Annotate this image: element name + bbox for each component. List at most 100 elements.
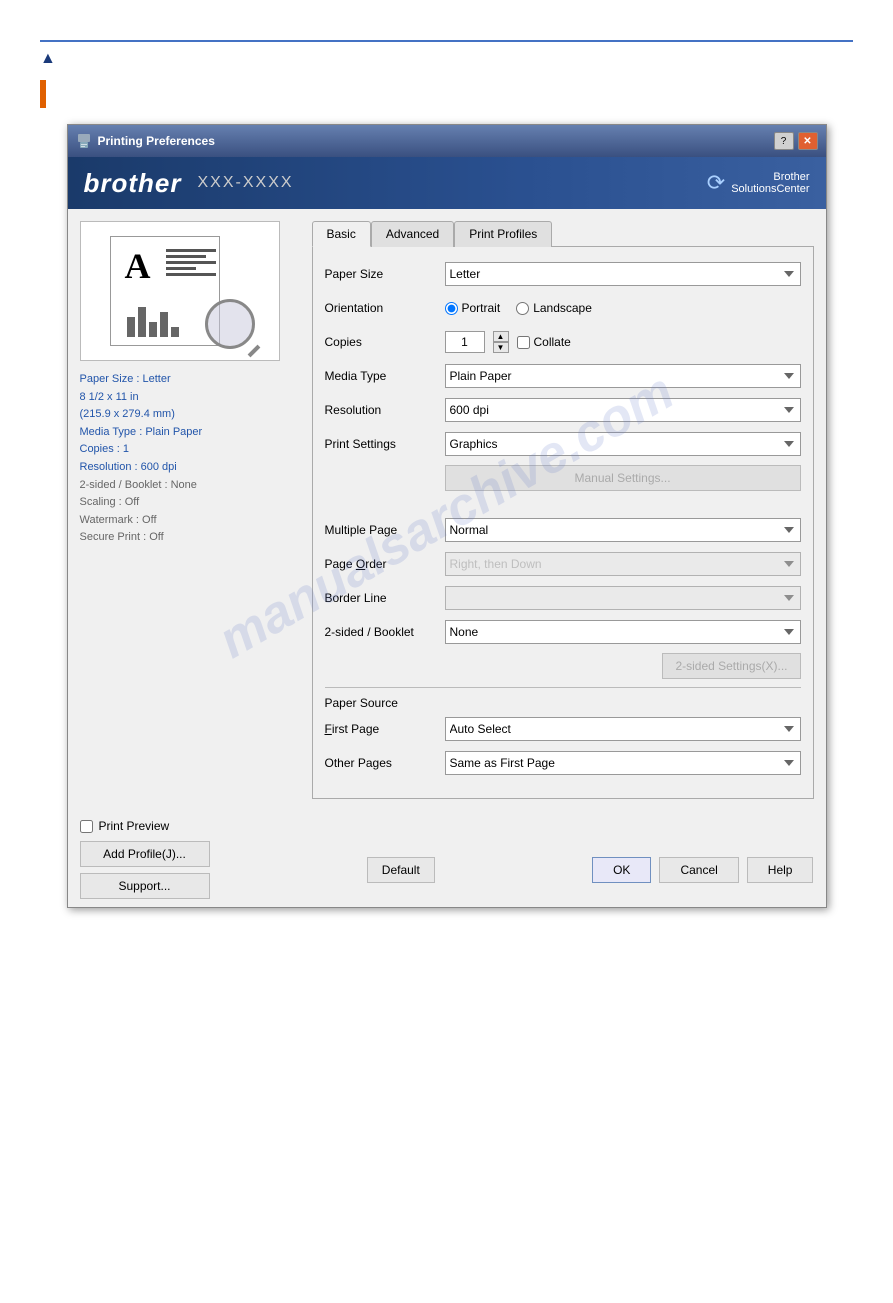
preview-lines (166, 249, 216, 279)
print-settings-control: Graphics Text Manual (445, 432, 801, 456)
brother-logo-section: brother XXX-XXXX (84, 168, 294, 199)
landscape-label: Landscape (533, 301, 592, 315)
preview-magnifier (205, 299, 255, 349)
tab-basic[interactable]: Basic (312, 221, 371, 247)
multiple-page-label: Multiple Page (325, 523, 445, 537)
tab-content-basic: Paper Size Letter A4 Legal Orientation (312, 246, 814, 799)
print-settings-select[interactable]: Graphics Text Manual (445, 432, 801, 456)
help-button[interactable]: Help (747, 857, 814, 883)
border-line-row: Border Line (325, 585, 801, 611)
status-info: Paper Size : Letter 8 1/2 x 11 in (215.9… (80, 371, 300, 547)
landscape-radio[interactable] (516, 302, 529, 315)
titlebar-left: Printing Preferences (76, 133, 215, 149)
model-name-text: XXX-XXXX (198, 174, 294, 192)
paper-size-select[interactable]: Letter A4 Legal (445, 262, 801, 286)
preview-paper: A (110, 236, 220, 346)
resolution-select[interactable]: 600 dpi 1200 dpi 300 dpi (445, 398, 801, 422)
print-settings-label: Print Settings (325, 437, 445, 451)
print-preview-option[interactable]: Print Preview (80, 819, 170, 833)
footer-right-area: Default (367, 857, 435, 883)
first-page-select[interactable]: Auto Select Tray 1 Tray 2 Manual (445, 717, 801, 741)
other-pages-select[interactable]: Same as First Page Tray 1 Tray 2 (445, 751, 801, 775)
two-sided-select[interactable]: None 2-sided Booklet (445, 620, 801, 644)
collate-checkbox[interactable] (517, 336, 530, 349)
two-sided-settings-button[interactable]: 2-sided Settings(X)... (662, 653, 800, 679)
media-type-select[interactable]: Plain Paper Thin Paper Thick Paper (445, 364, 801, 388)
tab-print-profiles[interactable]: Print Profiles (454, 221, 552, 247)
portrait-label: Portrait (462, 301, 501, 315)
border-line-label: Border Line (325, 591, 445, 605)
page-order-label-text: Page Order (325, 557, 387, 571)
solutions-center-icon: ⟳ (707, 170, 725, 196)
two-sided-label: 2-sided / Booklet (325, 625, 445, 639)
divider-paper-source (325, 687, 801, 688)
default-button[interactable]: Default (367, 857, 435, 883)
printer-icon (76, 133, 92, 149)
dialog-body: A (68, 209, 826, 811)
dialog-titlebar: Printing Preferences ? ✕ (68, 125, 826, 157)
manual-settings-button[interactable]: Manual Settings... (445, 465, 801, 491)
landscape-option[interactable]: Landscape (516, 301, 592, 315)
copies-row: Copies ▲ ▼ Collate (325, 329, 801, 355)
multiple-page-row: Multiple Page Normal 2 in 1 4 in 1 (325, 517, 801, 543)
footer-action-buttons: OK Cancel Help (592, 857, 813, 883)
dialog-help-button[interactable]: ? (774, 132, 794, 150)
orientation-control: Portrait Landscape (445, 301, 801, 315)
status-scaling: Scaling : Off (80, 494, 300, 512)
footer-top-row: Print Preview (80, 819, 814, 833)
status-dimensions2: (215.9 x 279.4 mm) (80, 406, 300, 424)
footer-buttons-row: Add Profile(J)... Support... Default OK … (80, 841, 814, 899)
solutions-center-section: ⟳ Brother SolutionsCenter (707, 170, 810, 196)
media-type-control: Plain Paper Thin Paper Thick Paper (445, 364, 801, 388)
orientation-row: Orientation Portrait Landscape (325, 295, 801, 321)
copies-spinner: ▲ ▼ (493, 331, 509, 353)
print-preview-checkbox[interactable] (80, 820, 93, 833)
dialog-footer: Print Preview Add Profile(J)... Support.… (68, 811, 826, 907)
orientation-group: Portrait Landscape (445, 301, 801, 315)
first-page-row: First Page Auto Select Tray 1 Tray 2 Man… (325, 716, 801, 742)
two-sided-row: 2-sided / Booklet None 2-sided Booklet (325, 619, 801, 645)
copies-down-arrow[interactable]: ▼ (493, 342, 509, 353)
support-button[interactable]: Support... (80, 873, 210, 899)
manual-settings-row: Manual Settings... (325, 465, 801, 499)
page-order-select[interactable]: Right, then Down Down, then Right (445, 552, 801, 576)
portrait-option[interactable]: Portrait (445, 301, 501, 315)
status-media-type: Media Type : Plain Paper (80, 424, 300, 442)
status-resolution: Resolution : 600 dpi (80, 459, 300, 477)
status-two-sided: 2-sided / Booklet : None (80, 477, 300, 495)
media-type-row: Media Type Plain Paper Thin Paper Thick … (325, 363, 801, 389)
copies-control: ▲ ▼ Collate (445, 331, 801, 353)
status-dimensions: 8 1/2 x 11 in (80, 389, 300, 407)
collate-label-text: Collate (534, 335, 571, 349)
resolution-row: Resolution 600 dpi 1200 dpi 300 dpi (325, 397, 801, 423)
add-profile-button[interactable]: Add Profile(J)... (80, 841, 210, 867)
section-gap-1 (325, 507, 801, 517)
titlebar-controls: ? ✕ (774, 132, 818, 150)
portrait-radio[interactable] (445, 302, 458, 315)
other-pages-label: Other Pages (325, 756, 445, 770)
cancel-button[interactable]: Cancel (659, 857, 738, 883)
media-type-label: Media Type (325, 369, 445, 383)
left-panel: A (80, 221, 300, 799)
preview-content: A (100, 231, 260, 351)
brother-header-bar: brother XXX-XXXX ⟳ Brother SolutionsCent… (68, 157, 826, 209)
preview-chart (127, 307, 179, 337)
copies-up-arrow[interactable]: ▲ (493, 331, 509, 342)
collate-option[interactable]: Collate (517, 335, 571, 349)
border-line-select[interactable] (445, 586, 801, 610)
copies-input[interactable] (445, 331, 485, 353)
dialog-close-button[interactable]: ✕ (798, 132, 818, 150)
tabs-row: Basic Advanced Print Profiles (312, 221, 814, 247)
print-preview-label-text: Print Preview (99, 819, 170, 833)
ok-button[interactable]: OK (592, 857, 651, 883)
home-icon[interactable]: ▲ (40, 50, 56, 68)
solutions-center-label: Brother SolutionsCenter (731, 171, 809, 195)
status-paper-size: Paper Size : Letter (80, 371, 300, 389)
paper-source-title: Paper Source (325, 696, 801, 710)
multiple-page-select[interactable]: Normal 2 in 1 4 in 1 (445, 518, 801, 542)
two-sided-control: None 2-sided Booklet (445, 620, 801, 644)
first-page-control: Auto Select Tray 1 Tray 2 Manual (445, 717, 801, 741)
other-pages-control: Same as First Page Tray 1 Tray 2 (445, 751, 801, 775)
page-order-label: Page Order (325, 557, 445, 571)
tab-advanced[interactable]: Advanced (371, 221, 454, 247)
